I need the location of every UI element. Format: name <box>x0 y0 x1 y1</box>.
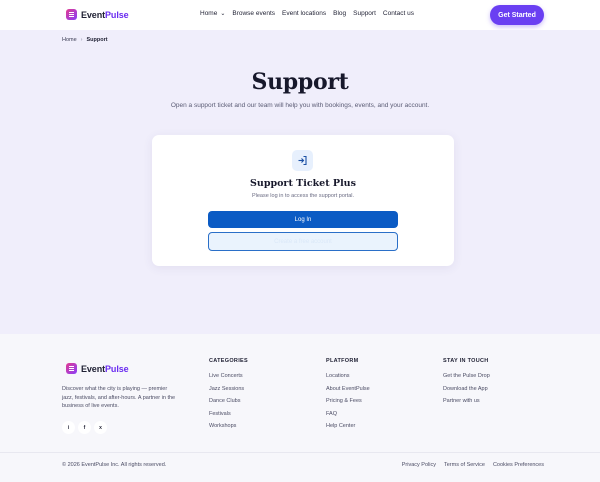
site-header: EventPulse Home ⌄ Browse events Event loc… <box>0 0 600 30</box>
footer-heading: CATEGORIES <box>209 358 248 364</box>
breadcrumb-home[interactable]: Home <box>62 37 77 43</box>
footer-link[interactable]: Jazz Sessions <box>209 386 248 392</box>
footer-link[interactable]: Workshops <box>209 423 248 429</box>
create-account-button[interactable]: Create a free account <box>208 232 398 251</box>
login-arrow-icon <box>292 150 313 171</box>
footer-link[interactable]: Locations <box>326 373 370 379</box>
support-card: Support Ticket Plus Please log in to acc… <box>152 135 454 266</box>
footer-link[interactable]: Dance Clubs <box>209 398 248 404</box>
x-icon[interactable]: x <box>94 421 107 434</box>
privacy-policy-link[interactable]: Privacy Policy <box>402 462 436 468</box>
footer-link[interactable]: FAQ <box>326 411 370 417</box>
footer-heading: PLATFORM <box>326 358 359 364</box>
cookies-preferences-link[interactable]: Cookies Preferences <box>493 462 544 468</box>
card-description: Please log in to access the support port… <box>251 193 355 199</box>
nav-contact-us[interactable]: Contact us <box>383 10 414 17</box>
breadcrumb-separator: › <box>80 37 83 43</box>
legal-links: Privacy Policy Terms of Service Cookies … <box>394 462 544 468</box>
get-started-button[interactable]: Get Started <box>490 5 544 25</box>
nav-support[interactable]: Support <box>353 10 376 17</box>
footer-link[interactable]: Download the App <box>443 386 490 392</box>
page-subtitle: Open a support ticket and our team will … <box>170 102 430 109</box>
footer-link[interactable]: Help Center <box>326 423 370 429</box>
ticket-icon <box>66 363 77 374</box>
footer-description: Discover what the city is playing — prem… <box>62 386 176 409</box>
brand-name: EventPulse <box>81 9 129 20</box>
footer-heading: STAY IN TOUCH <box>443 358 489 364</box>
brand-logo[interactable]: EventPulse <box>66 9 129 20</box>
footer-column-categories: CATEGORIES Live Concerts Jazz Sessions D… <box>209 358 248 436</box>
instagram-icon[interactable]: i <box>62 421 75 434</box>
page-title: Support <box>251 69 349 95</box>
footer-link[interactable]: Festivals <box>209 411 248 417</box>
footer-divider <box>0 452 600 453</box>
nav-browse-events[interactable]: Browse events <box>232 10 275 17</box>
ticket-icon <box>66 9 77 20</box>
main-nav: Home ⌄ Browse events Event locations Blog… <box>200 10 421 17</box>
nav-blog[interactable]: Blog <box>333 10 346 17</box>
breadcrumb-current: Support <box>86 37 108 43</box>
footer-link[interactable]: Live Concerts <box>209 373 248 379</box>
terms-of-service-link[interactable]: Terms of Service <box>444 462 485 468</box>
chevron-down-icon: ⌄ <box>220 11 226 17</box>
card-title: Support Ticket Plus <box>250 178 356 189</box>
footer-link[interactable]: Get the Pulse Drop <box>443 373 490 379</box>
footer-link[interactable]: About EventPulse <box>326 386 370 392</box>
nav-home[interactable]: Home ⌄ <box>200 10 225 17</box>
footer-link[interactable]: Partner with us <box>443 398 490 404</box>
footer-column-stay-in-touch: STAY IN TOUCH Get the Pulse Drop Downloa… <box>443 358 490 411</box>
footer-link[interactable]: Pricing & Fees <box>326 398 370 404</box>
footer-column-platform: PLATFORM Locations About EventPulse Pric… <box>326 358 370 436</box>
footer-logo[interactable]: EventPulse <box>66 363 129 374</box>
facebook-icon[interactable]: f <box>78 421 91 434</box>
login-button[interactable]: Log In <box>208 211 398 228</box>
copyright-text: © 2026 EventPulse Inc. All rights reserv… <box>62 462 167 468</box>
footer-brand-name: EventPulse <box>81 363 129 374</box>
nav-event-locations[interactable]: Event locations <box>282 10 326 17</box>
breadcrumb: Home › Support <box>62 37 108 43</box>
social-links: i f x <box>62 421 110 434</box>
